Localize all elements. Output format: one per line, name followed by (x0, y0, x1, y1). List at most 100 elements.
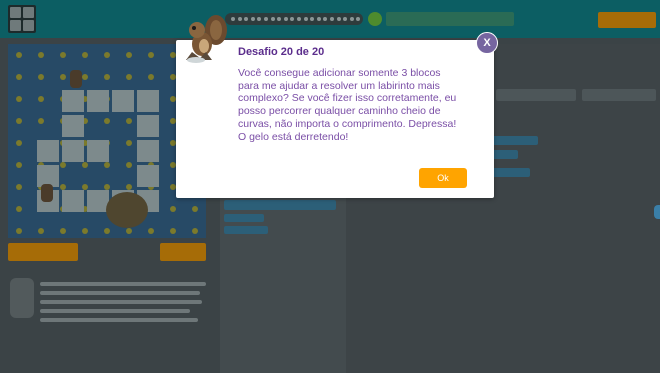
maze-tile (16, 118, 22, 124)
progress-dot (237, 17, 242, 21)
maze-path-cell (137, 140, 159, 162)
maze-tile (148, 52, 154, 58)
status-indicator (368, 12, 382, 26)
maze-tile (38, 118, 44, 124)
maze-tile (104, 52, 110, 58)
maze-path-cell (87, 90, 109, 112)
instructions-text-line (40, 318, 198, 322)
maze-tile (16, 162, 22, 168)
maze-path-cell (62, 115, 84, 137)
progress-dot (330, 17, 334, 21)
maze-tile (126, 228, 132, 234)
instructions-text-line (40, 300, 202, 304)
maze-tile (126, 52, 132, 58)
maze-tile (170, 206, 176, 212)
maze-tile (16, 140, 22, 146)
level-progress (225, 13, 363, 25)
maze-tile (60, 52, 66, 58)
progress-dot (310, 17, 315, 21)
maze-tile (192, 206, 198, 212)
progress-dot (349, 17, 354, 21)
character-sprite (41, 184, 53, 202)
maze-tile (82, 52, 88, 58)
instructions-text-line (40, 291, 200, 295)
maze-tile (126, 118, 132, 124)
close-button[interactable]: X (476, 32, 498, 54)
progress-dot (297, 17, 301, 21)
character-sprite (70, 70, 82, 88)
progress-dot (316, 17, 321, 21)
maze-path-cell (62, 140, 84, 162)
toolbox-block[interactable] (224, 200, 336, 210)
reset-button[interactable] (160, 243, 206, 261)
maze-path-cell (62, 190, 84, 212)
instructions-text-line (40, 309, 190, 313)
workspace-button[interactable] (496, 89, 576, 101)
squirrel-character-icon (186, 15, 227, 63)
maze-tile (16, 74, 22, 80)
maze-tile (16, 52, 22, 58)
progress-dot (270, 17, 275, 21)
maze-tile (38, 74, 44, 80)
status-message (386, 12, 514, 26)
maze-tile (60, 228, 66, 234)
maze-tile (104, 118, 110, 124)
scroll-handle[interactable] (654, 205, 660, 219)
maze-tile (148, 74, 154, 80)
maze-tile (126, 74, 132, 80)
maze-path-cell (112, 90, 134, 112)
maze-path-cell (87, 140, 109, 162)
maze-tile (148, 228, 154, 234)
progress-dot (303, 17, 308, 21)
maze-path-cell (37, 140, 59, 162)
maze-tile (60, 74, 66, 80)
progress-dot (356, 17, 361, 21)
acorn-goal (106, 192, 148, 228)
maze-tile (104, 162, 110, 168)
maze-tile (82, 228, 88, 234)
maze-tile (38, 228, 44, 234)
maze-path-cell (137, 115, 159, 137)
maze-tile (126, 140, 132, 146)
maze-path-cell (62, 90, 84, 112)
dialog-message: Você consegue adicionar somente 3 blocos… (238, 67, 457, 143)
run-button[interactable] (8, 243, 78, 261)
progress-dot (264, 17, 268, 21)
progress-dot (244, 17, 249, 21)
maze-tile (192, 228, 198, 234)
maze-tile (104, 228, 110, 234)
progress-dot (343, 17, 348, 21)
maze-tile (38, 52, 44, 58)
maze-tile (16, 228, 22, 234)
maze-tile (170, 228, 176, 234)
progress-dot (231, 17, 235, 21)
progress-dot (257, 17, 262, 21)
workspace-button[interactable] (582, 89, 656, 101)
maze-path-cell (137, 90, 159, 112)
maze-tile (60, 162, 66, 168)
toolbox-block[interactable] (224, 226, 268, 234)
progress-dot (250, 17, 255, 21)
progress-dot (283, 17, 288, 21)
maze-tile (16, 96, 22, 102)
header-button[interactable] (598, 12, 656, 28)
progress-dot (277, 17, 282, 21)
maze-tile (82, 162, 88, 168)
progress-dot (336, 17, 341, 21)
maze-tile (38, 96, 44, 102)
header-bar (0, 0, 660, 38)
maze-tile (104, 74, 110, 80)
instructions-text-line (40, 282, 206, 286)
dialog-title: Desafio 20 de 20 (238, 46, 325, 58)
toolbox-block[interactable] (224, 214, 264, 222)
ok-button[interactable]: Ok (419, 168, 467, 188)
maze-path-cell (137, 165, 159, 187)
maze-tile (126, 162, 132, 168)
maze-tile (82, 74, 88, 80)
instructions-avatar (10, 278, 34, 318)
progress-dot (323, 17, 328, 21)
progress-dot (290, 17, 295, 21)
maze-tile (16, 206, 22, 212)
maze-tile (16, 184, 22, 190)
app-logo[interactable] (8, 5, 36, 33)
